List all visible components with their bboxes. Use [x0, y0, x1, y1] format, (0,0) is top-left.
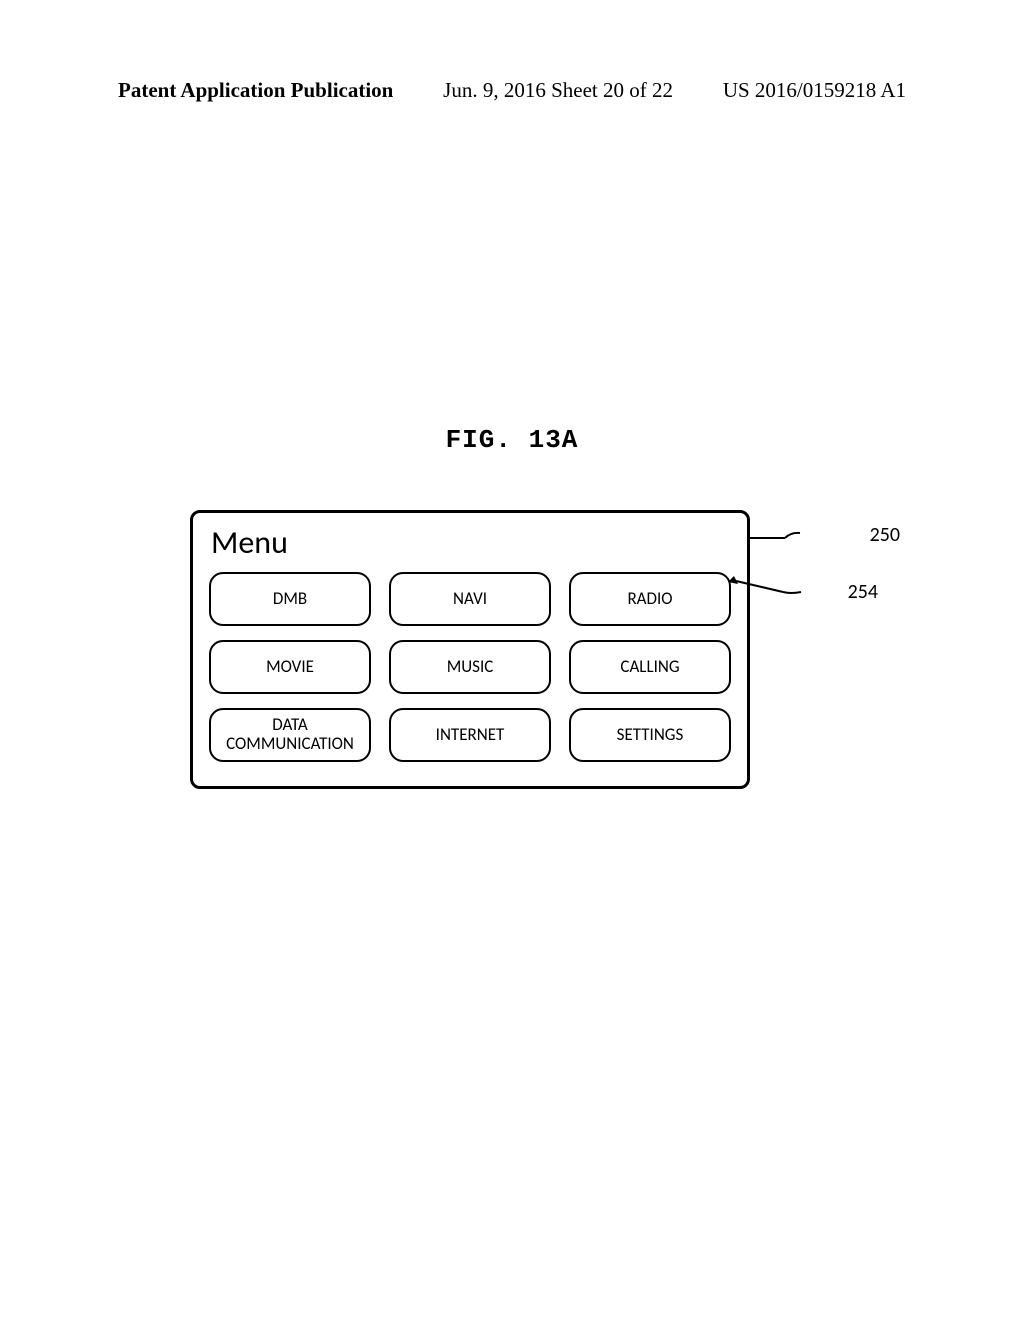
- menu-item-radio[interactable]: RADIO: [569, 572, 731, 626]
- menu-item-music[interactable]: MUSIC: [389, 640, 551, 694]
- panel-title: Menu: [211, 523, 731, 562]
- menu-grid: DMB NAVI RADIO MOVIE MUSIC CALLING DATAC…: [209, 572, 731, 762]
- callout-number: 254: [848, 580, 878, 604]
- header-left: Patent Application Publication: [118, 78, 393, 103]
- callout-number: 250: [870, 523, 900, 547]
- leader-line-icon: [750, 518, 870, 558]
- figure-label: FIG. 13A: [0, 425, 1024, 455]
- menu-item-movie[interactable]: MOVIE: [209, 640, 371, 694]
- menu-item-dmb[interactable]: DMB: [209, 572, 371, 626]
- menu-item-navi[interactable]: NAVI: [389, 572, 551, 626]
- menu-panel: Menu DMB NAVI RADIO MOVIE MUSIC CALLING …: [190, 510, 750, 789]
- page-header: Patent Application Publication Jun. 9, 2…: [0, 78, 1024, 103]
- callout-250: 250: [750, 518, 900, 558]
- menu-item-data-communication[interactable]: DATACOMMUNICATION: [209, 708, 371, 762]
- header-right: US 2016/0159218 A1: [723, 78, 906, 103]
- panel-wrap: Menu DMB NAVI RADIO MOVIE MUSIC CALLING …: [190, 510, 750, 789]
- callout-254: 254: [728, 570, 878, 610]
- menu-item-calling[interactable]: CALLING: [569, 640, 731, 694]
- page: Patent Application Publication Jun. 9, 2…: [0, 0, 1024, 1320]
- menu-item-settings[interactable]: SETTINGS: [569, 708, 731, 762]
- header-center: Jun. 9, 2016 Sheet 20 of 22: [443, 78, 673, 103]
- menu-item-internet[interactable]: INTERNET: [389, 708, 551, 762]
